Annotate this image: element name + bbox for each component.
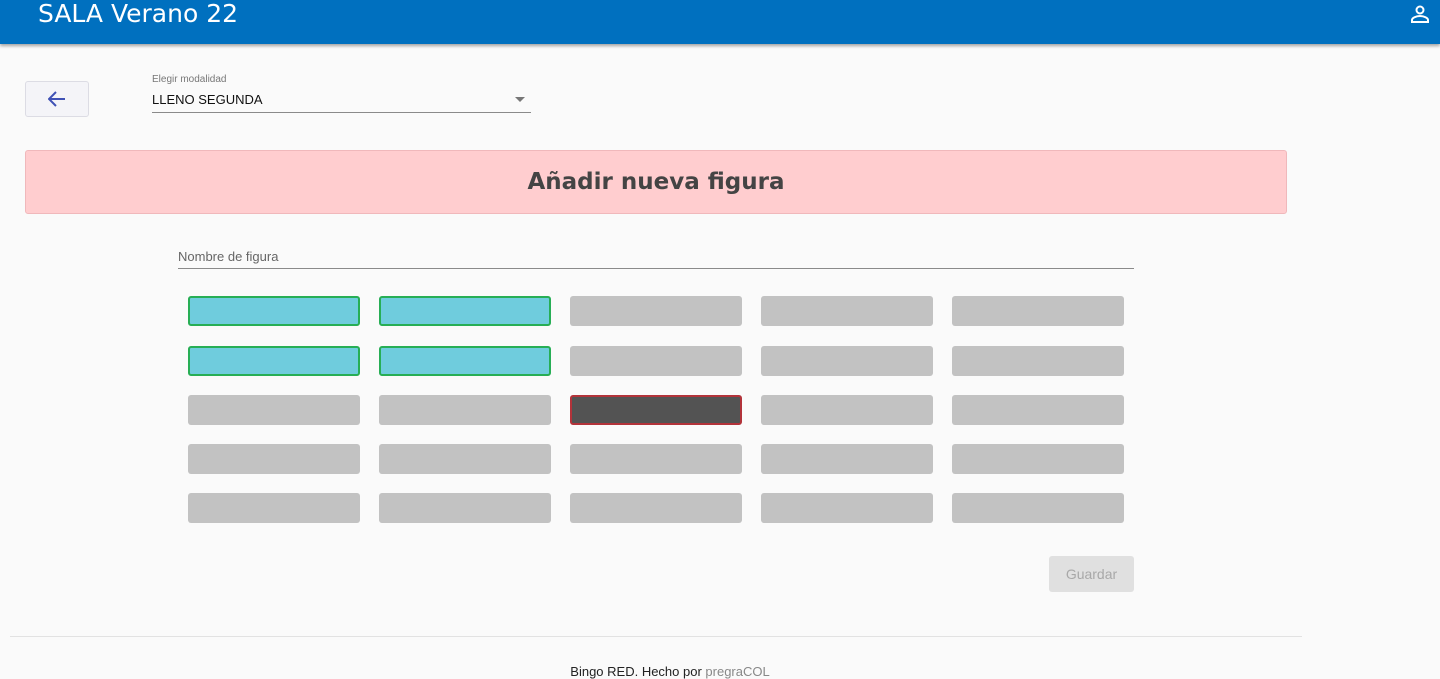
grid-cell-4-0[interactable]	[188, 493, 360, 523]
grid-cell-3-2[interactable]	[570, 444, 742, 474]
footer: Bingo RED. Hecho por pregraCOL	[0, 664, 1340, 679]
footer-divider	[10, 636, 1302, 637]
grid-cell-4-4[interactable]	[952, 493, 1124, 523]
grid-cell-0-3[interactable]	[761, 296, 933, 326]
grid-cell-3-1[interactable]	[379, 444, 551, 474]
grid-cell-1-3[interactable]	[761, 346, 933, 376]
mode-select[interactable]: LLENO SEGUNDA	[152, 88, 531, 113]
arrow-left-icon	[48, 91, 65, 107]
grid-cell-0-4[interactable]	[952, 296, 1124, 326]
mode-value: LLENO SEGUNDA	[152, 92, 263, 107]
grid-cell-4-1[interactable]	[379, 493, 551, 523]
back-button[interactable]	[25, 81, 89, 117]
page-title: Añadir nueva figura	[527, 169, 785, 195]
grid-cell-0-1[interactable]	[379, 296, 551, 326]
grid-cell-2-2[interactable]	[570, 395, 742, 425]
mode-label: Elegir modalidad	[152, 74, 227, 85]
caret-down-icon	[515, 97, 525, 102]
footer-text: Bingo RED. Hecho por	[570, 664, 706, 679]
grid-cell-4-3[interactable]	[761, 493, 933, 523]
banner: Añadir nueva figura	[25, 150, 1287, 214]
grid-cell-2-1[interactable]	[379, 395, 551, 425]
grid-cell-2-4[interactable]	[952, 395, 1124, 425]
room-title: SALA Verano 22	[38, 0, 239, 28]
grid-cell-4-2[interactable]	[570, 493, 742, 523]
grid-cell-1-2[interactable]	[570, 346, 742, 376]
figure-name-field[interactable]	[178, 244, 1134, 269]
grid-cell-0-0[interactable]	[188, 296, 360, 326]
grid-cell-0-2[interactable]	[570, 296, 742, 326]
grid-cell-3-3[interactable]	[761, 444, 933, 474]
grid-cell-1-4[interactable]	[952, 346, 1124, 376]
grid-cell-3-0[interactable]	[188, 444, 360, 474]
app-header: SALA Verano 22	[0, 0, 1440, 44]
save-button[interactable]: Guardar	[1049, 556, 1134, 592]
footer-link[interactable]: pregraCOL	[705, 664, 769, 679]
figure-name-input[interactable]	[178, 244, 1134, 268]
grid-cell-3-4[interactable]	[952, 444, 1124, 474]
grid-cell-2-3[interactable]	[761, 395, 933, 425]
account-icon[interactable]	[1410, 5, 1430, 23]
grid-cell-2-0[interactable]	[188, 395, 360, 425]
grid-cell-1-1[interactable]	[379, 346, 551, 376]
grid-cell-1-0[interactable]	[188, 346, 360, 376]
